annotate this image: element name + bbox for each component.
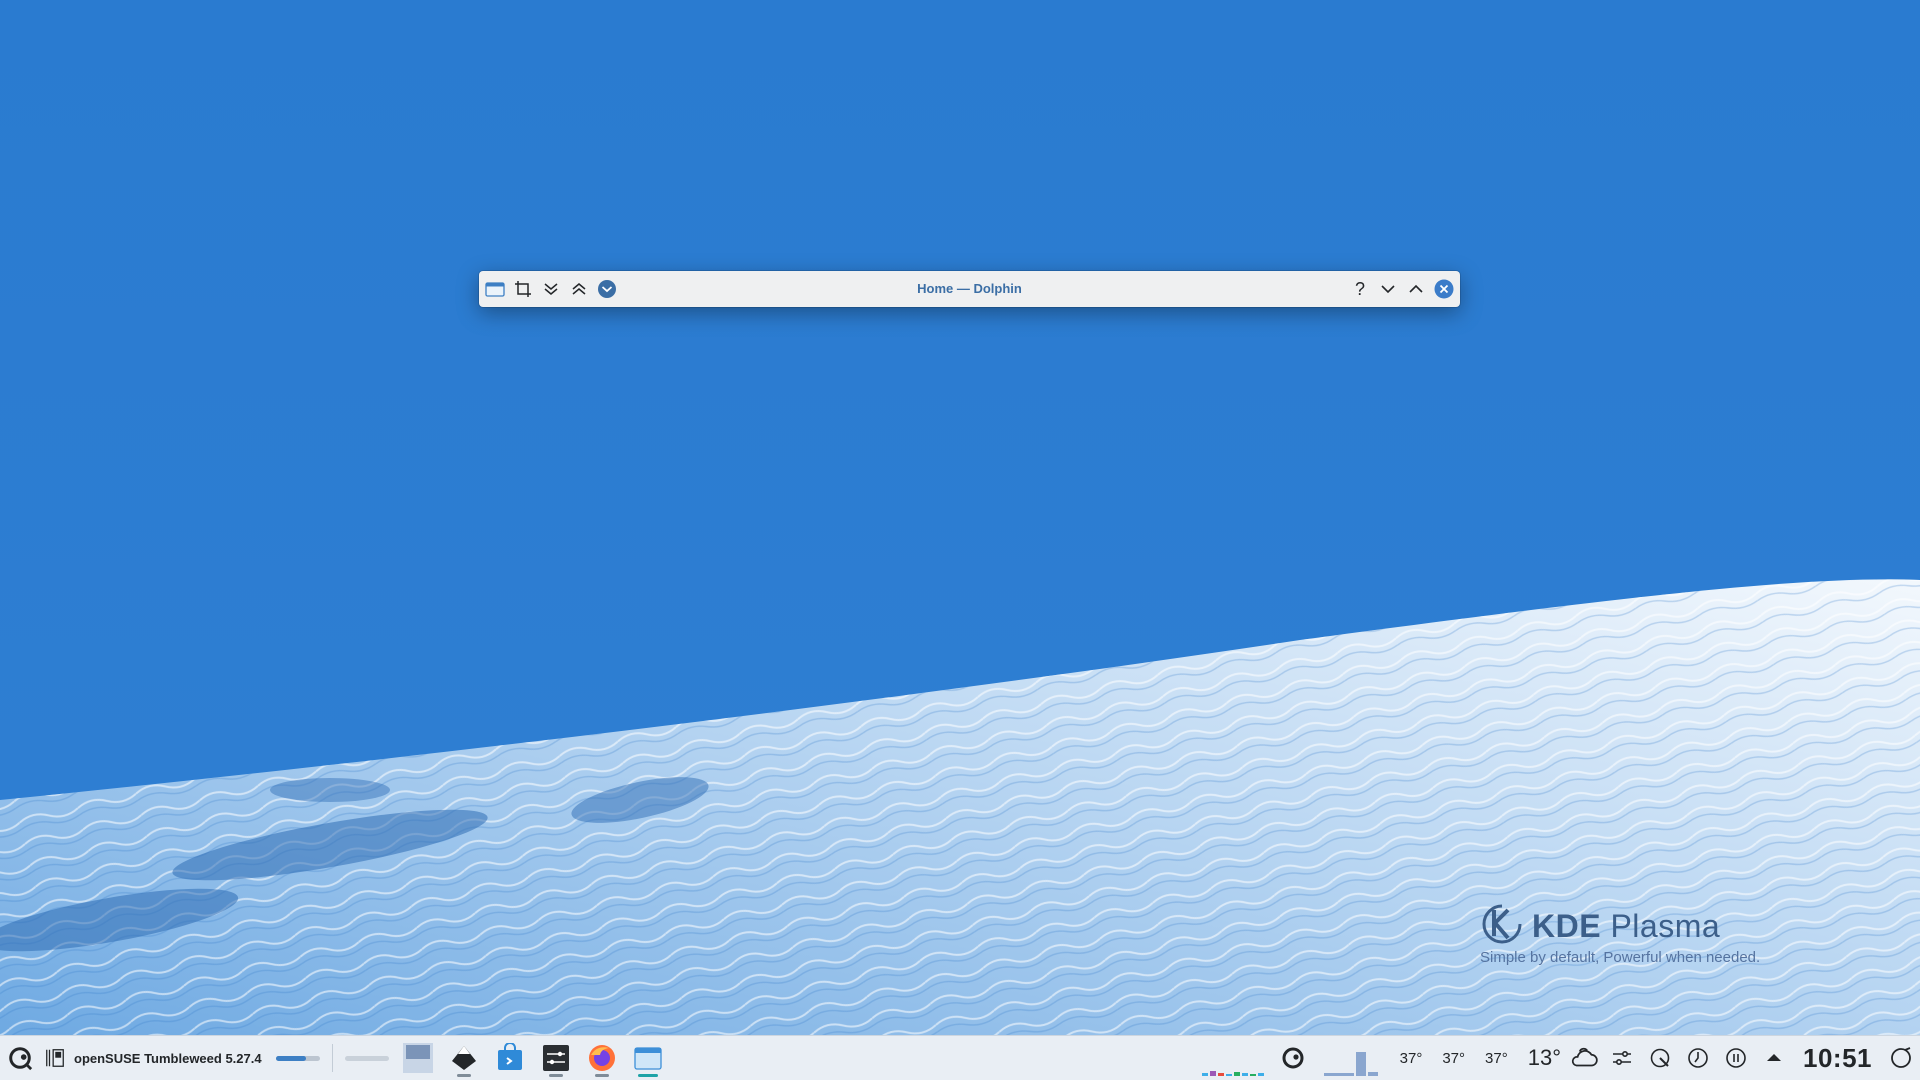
power-profile-icon (1688, 1048, 1708, 1068)
titlebar-right-buttons: ? (1348, 275, 1456, 303)
brightness-slider[interactable] (344, 1055, 389, 1061)
plasma-panel: openSUSE Tumbleweed 5.27.4 37° 37° 37° 1… (0, 1035, 1920, 1080)
dolphin-window[interactable]: Home — Dolphin ? (479, 271, 1460, 307)
temperature-sensor-2[interactable]: 37° (1432, 1050, 1475, 1067)
task-dolphin[interactable] (625, 1036, 671, 1080)
weather-temperature[interactable]: 13° (1518, 1045, 1565, 1071)
tray-power[interactable] (1679, 1036, 1717, 1080)
arrow-up-icon (1767, 1054, 1781, 1061)
memory-usage-graph[interactable] (1312, 1040, 1390, 1076)
notifications-icon (1891, 1047, 1911, 1068)
help-button[interactable]: ? (1348, 275, 1372, 303)
kde-wordmark: KDE (1532, 908, 1602, 944)
plasma-wordmark: Plasma (1610, 908, 1721, 944)
tray-media[interactable] (1717, 1036, 1755, 1080)
tray-expand-button[interactable] (1755, 1036, 1793, 1080)
folder-icon (633, 1047, 662, 1070)
settings-icon (542, 1045, 569, 1071)
task-firefox[interactable] (579, 1036, 625, 1080)
task-indicator (548, 1074, 563, 1077)
opensuse-tray-icon (1282, 1047, 1304, 1069)
application-launcher[interactable] (0, 1036, 40, 1080)
tray-notifications[interactable] (1882, 1036, 1920, 1080)
kde-gear-logo-icon (1478, 900, 1526, 953)
inkscape-icon (451, 1046, 476, 1070)
window-title: Home — Dolphin (917, 281, 1022, 296)
task-system-settings[interactable] (533, 1036, 579, 1080)
update-icon (1650, 1048, 1670, 1068)
tray-opensuse[interactable] (1274, 1036, 1312, 1080)
task-indicator (637, 1074, 658, 1077)
store-icon (497, 1043, 522, 1070)
window-list-icon (46, 1049, 64, 1067)
tray-settings[interactable] (1603, 1036, 1641, 1080)
weather-widget[interactable] (1565, 1036, 1603, 1080)
tray-updates[interactable] (1641, 1036, 1679, 1080)
task-indicator (594, 1074, 609, 1077)
help-icon: ? (1354, 278, 1365, 299)
firefox-icon (588, 1045, 615, 1071)
cpu-load-graph[interactable] (1192, 1040, 1274, 1076)
maximize-button[interactable] (1404, 275, 1428, 303)
minimize-button[interactable] (1376, 275, 1400, 303)
task-inkscape[interactable] (441, 1036, 487, 1080)
task-indicator (456, 1074, 471, 1077)
task-desktop-pager[interactable] (395, 1036, 441, 1080)
panel-separator (331, 1044, 333, 1072)
temperature-sensor-1[interactable]: 37° (1390, 1050, 1433, 1067)
digital-clock[interactable]: 10:51 (1793, 1043, 1882, 1074)
close-button[interactable] (1432, 275, 1456, 303)
desktop-wallpaper (0, 0, 1920, 1036)
window-list-button[interactable] (40, 1036, 70, 1080)
volume-slider[interactable] (275, 1055, 320, 1061)
global-menu-title[interactable]: openSUSE Tumbleweed 5.27.4 (70, 1051, 270, 1066)
close-icon (1434, 279, 1454, 299)
task-discover[interactable] (487, 1036, 533, 1080)
minimize-icon (1381, 285, 1395, 294)
temperature-sensor-3[interactable]: 37° (1475, 1050, 1518, 1067)
maximize-icon (1409, 284, 1423, 293)
sliders-icon (1613, 1051, 1631, 1066)
pause-icon (1726, 1048, 1746, 1068)
pager-icon (402, 1043, 433, 1073)
wallpaper-art (0, 0, 1920, 1036)
kde-branding: KDE Plasma Simple by default, Powerful w… (1478, 900, 1760, 966)
cloud-icon (1571, 1047, 1598, 1067)
opensuse-launcher-icon (9, 1047, 33, 1071)
kde-tagline: Simple by default, Powerful when needed. (1480, 949, 1761, 966)
volume-slider-fill (275, 1055, 307, 1061)
